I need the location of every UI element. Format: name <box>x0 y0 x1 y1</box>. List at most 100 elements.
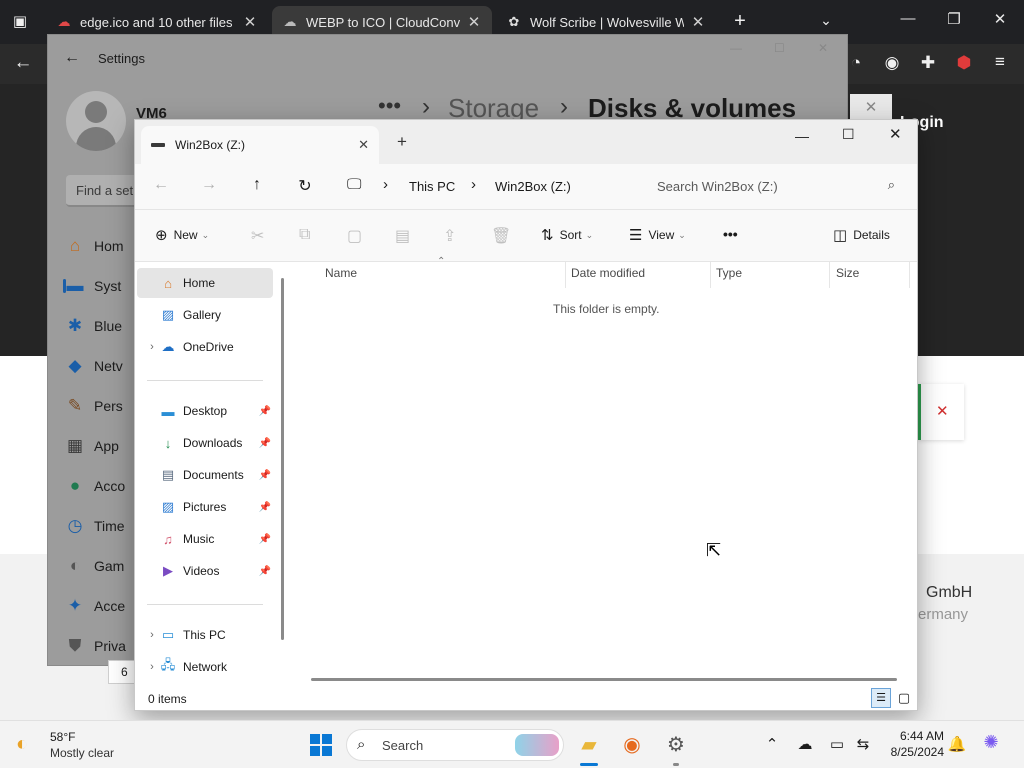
column-divider[interactable] <box>909 262 910 288</box>
pin-icon[interactable]: 📌 <box>259 534 271 545</box>
copy-icon[interactable]: ⧉ <box>299 226 310 244</box>
start-button[interactable] <box>307 731 335 759</box>
horizontal-scrollbar[interactable] <box>311 678 897 681</box>
address-bar[interactable]: 🖵 › This PC › Win2Box (Z:) <box>335 170 627 202</box>
sort-button[interactable]: ⇅ Sort ⌄ <box>541 226 593 244</box>
details-view-icon[interactable]: ☰ <box>871 688 891 708</box>
chevron-up-icon[interactable]: ⌃ <box>761 735 783 753</box>
column-header-name[interactable]: Name <box>325 266 357 280</box>
column-divider[interactable] <box>829 262 830 288</box>
sidebar-item-pictures[interactable]: ▨ Pictures 📌 <box>137 492 273 522</box>
up-arrow-icon[interactable]: ↑ <box>245 176 269 194</box>
sidebar-item-this-pc[interactable]: › ▭ This PC <box>137 620 273 650</box>
close-icon[interactable]: ✕ <box>466 13 482 31</box>
forward-arrow-icon[interactable]: → <box>197 176 221 194</box>
network-status-icon[interactable]: ⇆ <box>852 735 874 753</box>
tiles-view-icon[interactable]: ▢ <box>895 689 913 707</box>
sidebar-item-documents[interactable]: ▤ Documents 📌 <box>137 460 273 490</box>
back-arrow-icon[interactable]: ← <box>10 52 36 74</box>
sidebar-item-downloads[interactable]: ↓ Downloads 📌 <box>137 428 273 458</box>
minimize-icon[interactable]: — <box>730 41 742 55</box>
column-header-size[interactable]: Size <box>836 266 859 280</box>
pin-icon[interactable]: 📌 <box>259 566 271 577</box>
profile-icon[interactable]: ◉ <box>880 53 904 73</box>
sidebar-item-music[interactable]: ♫ Music 📌 <box>137 524 273 554</box>
menu-icon[interactable]: ≡ <box>988 52 1012 72</box>
column-divider[interactable] <box>710 262 711 288</box>
pin-icon[interactable]: 📌 <box>259 406 271 417</box>
restore-icon[interactable]: ❐ <box>942 10 966 28</box>
close-icon[interactable]: ✕ <box>242 13 258 31</box>
explorer-tab[interactable]: Win2Box (Z:) ✕ <box>141 126 379 164</box>
extensions-icon[interactable]: ✚ <box>916 53 940 73</box>
chevron-down-icon: ⌄ <box>201 229 210 240</box>
minimize-icon[interactable]: — <box>896 10 920 27</box>
details-button[interactable]: ◫ Details <box>833 226 890 244</box>
new-tab-button[interactable]: + <box>728 10 752 33</box>
close-icon[interactable]: ✕ <box>818 41 828 55</box>
bell-icon[interactable]: 🔔 <box>946 735 968 753</box>
pin-icon[interactable]: 📌 <box>259 470 271 481</box>
maximize-icon[interactable]: ☐ <box>774 41 785 55</box>
search-box[interactable]: Search Win2Box (Z:) ⌕ <box>643 170 907 202</box>
paste-icon[interactable]: ▢ <box>347 226 362 246</box>
settings-gear-icon[interactable]: ⚙ <box>662 731 690 759</box>
display-icon[interactable]: ▭ <box>826 735 848 753</box>
rename-icon[interactable]: ▤ <box>395 226 410 246</box>
search-highlight-icon <box>515 734 559 756</box>
column-divider[interactable] <box>565 262 566 288</box>
refresh-icon[interactable]: ↻ <box>293 176 317 196</box>
back-arrow-icon[interactable]: ← <box>64 49 80 67</box>
weather-widget[interactable]: ◐ 58°F Mostly clear <box>14 729 154 761</box>
sidebar-item-desktop[interactable]: ▬ Desktop 📌 <box>137 396 273 426</box>
accessibility-icon: ✦ <box>67 596 83 615</box>
pin-icon[interactable]: 📌 <box>259 502 271 513</box>
chevron-right-icon[interactable]: › <box>145 629 159 641</box>
file-explorer-taskbar-icon[interactable]: ▰ <box>575 731 603 759</box>
close-icon[interactable]: ✕ <box>358 137 369 153</box>
chevron-right-icon[interactable]: › <box>145 661 159 673</box>
column-header-date[interactable]: Date modified <box>571 266 645 280</box>
maximize-icon[interactable]: ☐ <box>842 126 855 143</box>
sidebar-item-videos[interactable]: ▶ Videos 📌 <box>137 556 273 586</box>
breadcrumb-current[interactable]: Win2Box (Z:) <box>495 179 571 194</box>
sidebar-item-home[interactable]: ⌂ Home <box>137 268 273 298</box>
details-pane-icon: ◫ <box>833 227 848 244</box>
copilot-icon[interactable]: ✺ <box>980 732 1002 753</box>
dialog-close-button[interactable]: ✕ <box>850 94 892 122</box>
weather-temp: 58°F <box>50 730 76 744</box>
back-arrow-icon[interactable]: ← <box>149 176 173 194</box>
close-icon[interactable]: ✕ <box>936 402 949 420</box>
delete-icon[interactable]: 🗑 <box>491 226 511 246</box>
bluetooth-icon: ✱ <box>67 316 83 335</box>
firefox-icon[interactable]: ◉ <box>618 731 646 759</box>
downloads-icon: ↓ <box>164 435 172 451</box>
close-icon[interactable]: ✕ <box>988 10 1012 28</box>
cut-icon[interactable]: ✂ <box>251 226 264 246</box>
column-header-type[interactable]: Type <box>716 266 742 280</box>
sidebar-item-network[interactable]: › 🖧 Network <box>137 652 273 682</box>
new-button[interactable]: ⊕ New ⌄ <box>155 226 209 244</box>
close-icon[interactable]: ✕ <box>889 125 902 143</box>
tab-actions-icon[interactable]: ▣ <box>8 12 32 30</box>
card-text: 6 <box>121 665 128 679</box>
more-options-button[interactable]: ••• <box>723 226 738 242</box>
share-icon[interactable]: ⇪ <box>443 226 456 246</box>
view-button[interactable]: ☰ View ⌄ <box>629 226 686 244</box>
close-icon[interactable]: ✕ <box>690 13 706 31</box>
breadcrumb-this-pc[interactable]: This PC <box>409 179 455 194</box>
search-icon: ⌕ <box>887 177 895 192</box>
minimize-icon[interactable]: — <box>795 128 809 144</box>
sidebar-item-onedrive[interactable]: › ☁ OneDrive <box>137 332 273 362</box>
cloud-offline-icon[interactable]: ☁ <box>794 735 816 753</box>
sidebar-item-gallery[interactable]: ▨ Gallery <box>137 300 273 330</box>
add-tab-button[interactable]: + <box>397 132 407 152</box>
clock[interactable]: 6:44 AM 8/25/2024 <box>884 729 944 759</box>
ublock-icon[interactable]: ⬢ <box>952 53 976 73</box>
tab-list-chevron-icon[interactable]: ⌄ <box>814 12 838 29</box>
pin-icon[interactable]: 📌 <box>259 438 271 449</box>
taskbar-search[interactable]: ⌕ Search <box>346 729 564 761</box>
navigation-pane-scrollbar[interactable] <box>281 278 284 640</box>
chevron-right-icon[interactable]: › <box>145 341 159 353</box>
breadcrumb-more[interactable]: ••• <box>378 93 401 119</box>
